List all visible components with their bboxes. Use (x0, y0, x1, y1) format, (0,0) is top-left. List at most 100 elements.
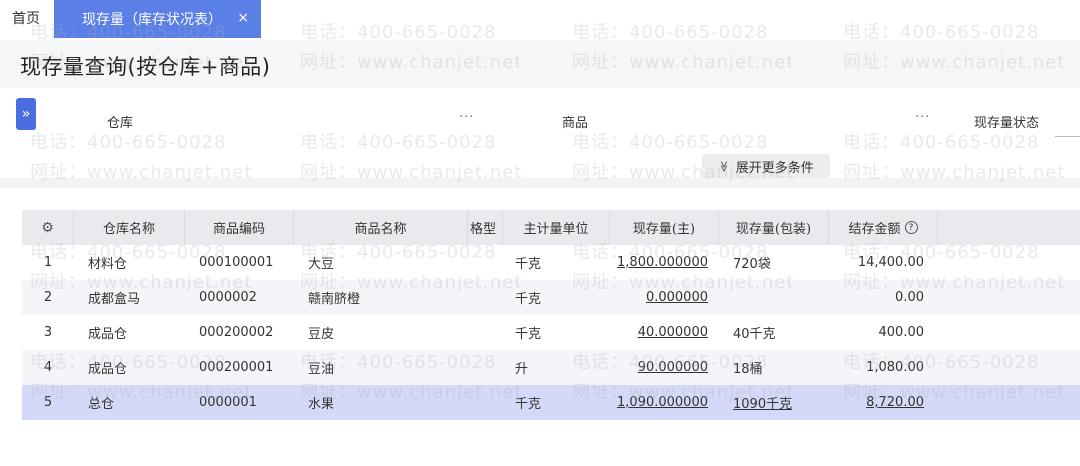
table-row[interactable]: 1 材料仓 000100001 大豆 千克 1,800.000000 720袋 14,400.… (22, 245, 1080, 280)
filter-status-field[interactable] (1055, 136, 1080, 137)
cell-code: 000200002 (199, 315, 294, 350)
cell-name: 豆油 (308, 350, 468, 385)
cell-amount: 0.00 (829, 280, 924, 315)
tab-inventory[interactable]: 现存量（库存状况表） × (54, 0, 261, 38)
help-icon[interactable]: ? (904, 221, 918, 234)
cell-warehouse: 材料仓 (88, 245, 185, 280)
cell-unit: 升 (515, 350, 610, 385)
cell-amount: 8,720.00 (829, 385, 924, 420)
gear-icon[interactable]: ⚙ (41, 220, 54, 236)
cell-qty-pack-text: 40千克 (733, 327, 776, 342)
header-name[interactable]: 商品名称 (294, 210, 468, 245)
tab-bar: 首页 现存量（库存状况表） × (0, 0, 1080, 38)
table-row[interactable]: 3 成品仓 000200002 豆皮 千克 40.000000 40千克 400.00 (22, 315, 1080, 350)
cell-qty-main[interactable]: 40.000000 (610, 315, 708, 350)
row-index-text: 5 (43, 395, 53, 410)
cell-amount-text: 8,720.00 (866, 395, 924, 410)
cell-code-text: 0000001 (199, 395, 257, 410)
cell-code: 0000002 (199, 280, 294, 315)
header-amount[interactable]: 结存金额 ? (829, 210, 938, 245)
filter-product-picker[interactable]: ··· (915, 110, 930, 125)
header-qty-pack[interactable]: 现存量(包装) (719, 210, 829, 245)
cell-amount: 14,400.00 (829, 245, 924, 280)
filter-status-label: 现存量状态 (974, 116, 1040, 131)
filter-product-label: 商品 (562, 116, 589, 131)
more-conditions-button[interactable]: ≫ 展开更多条件 (702, 154, 830, 178)
header-unit[interactable]: 主计量单位 (503, 210, 610, 245)
cell-warehouse: 成都盒马 (88, 280, 185, 315)
cell-amount-text: 0.00 (895, 290, 924, 305)
filter-warehouse-label: 仓库 (107, 116, 134, 131)
cell-qty-main-text[interactable]: 40.000000 (638, 325, 708, 340)
cell-code-text: 000200002 (199, 325, 274, 340)
cell-amount-text: 14,400.00 (857, 255, 924, 270)
row-index-text: 4 (43, 360, 53, 375)
row-index: 3 (22, 315, 74, 350)
cell-unit: 千克 (515, 280, 610, 315)
header-qty-main[interactable]: 现存量(主) (610, 210, 719, 245)
cell-warehouse-text: 成都盒马 (88, 292, 141, 307)
cell-warehouse-text: 总仓 (88, 397, 115, 412)
cell-unit-text: 千克 (515, 257, 542, 272)
row-index: 2 (22, 280, 74, 315)
cell-qty-main[interactable]: 0.000000 (610, 280, 708, 315)
row-index-text: 2 (43, 290, 53, 305)
cell-unit: 千克 (515, 385, 610, 420)
cell-name-text: 水果 (308, 397, 335, 412)
cell-qty-pack: 40千克 (733, 315, 829, 350)
cell-amount-text: 400.00 (878, 325, 925, 340)
cell-qty-main-text[interactable]: 1,090.000000 (617, 395, 708, 410)
cell-unit: 千克 (515, 245, 610, 280)
cell-name: 豆皮 (308, 315, 468, 350)
table-row[interactable]: 2 成都盒马 0000002 赣南脐橙 千克 0.000000 0.00 (22, 280, 1080, 315)
cell-unit: 千克 (515, 315, 610, 350)
row-index-text: 3 (43, 325, 53, 340)
cell-qty-pack-text: 720袋 (733, 257, 771, 272)
filter-panel (0, 88, 1080, 180)
filter-warehouse-picker[interactable]: ··· (459, 110, 474, 125)
cell-qty-pack: 720袋 (733, 245, 829, 280)
cell-qty-pack-text: 18桶 (733, 362, 763, 377)
tab-home[interactable]: 首页 (0, 0, 52, 36)
cell-warehouse-text: 成品仓 (88, 362, 128, 377)
expand-sidebar-icon[interactable]: » (16, 98, 36, 130)
cell-qty-main[interactable]: 90.000000 (610, 350, 708, 385)
cell-warehouse: 成品仓 (88, 350, 185, 385)
table-row[interactable]: 4 成品仓 000200001 豆油 升 90.000000 18桶 1,080.00 (22, 350, 1080, 385)
cell-code: 000100001 (199, 245, 294, 280)
row-index: 4 (22, 350, 74, 385)
header-warehouse[interactable]: 仓库名称 (74, 210, 185, 245)
page-title: 现存量查询(按仓库+商品) (20, 55, 271, 79)
cell-qty-main-text[interactable]: 90.000000 (638, 360, 708, 375)
column-settings[interactable]: ⚙ (22, 210, 74, 245)
cell-unit-text: 千克 (515, 397, 542, 412)
cell-qty-main-text[interactable]: 1,800.000000 (617, 255, 708, 270)
cell-qty-main-text[interactable]: 0.000000 (646, 290, 708, 305)
more-conditions-label: 展开更多条件 (735, 160, 814, 176)
row-index: 5 (22, 385, 74, 420)
cell-code: 0000001 (199, 385, 294, 420)
cell-qty-main[interactable]: 1,090.000000 (610, 385, 708, 420)
cell-code-text: 0000002 (199, 290, 257, 305)
cell-unit-text: 千克 (515, 327, 542, 342)
cell-warehouse: 成品仓 (88, 315, 185, 350)
header-code[interactable]: 商品编码 (185, 210, 294, 245)
section-divider (0, 178, 1080, 188)
cell-warehouse-text: 成品仓 (88, 327, 128, 342)
header-amount-label: 结存金额 (848, 222, 901, 237)
header-spec[interactable]: 格型 (468, 210, 503, 245)
cell-name: 赣南脐橙 (308, 280, 468, 315)
tab-inventory-label: 现存量（库存状况表） (82, 12, 222, 28)
row-index-text: 1 (43, 255, 53, 270)
cell-qty-pack-text: 1090千克 (733, 397, 793, 412)
cell-qty-main[interactable]: 1,800.000000 (610, 245, 708, 280)
cell-amount: 1,080.00 (829, 350, 924, 385)
cell-code: 000200001 (199, 350, 294, 385)
close-icon[interactable]: × (237, 10, 249, 26)
table-row[interactable]: 5 总仓 0000001 水果 千克 1,090.000000 1090千克 8,720.00 (22, 385, 1080, 420)
cell-name-text: 大豆 (308, 257, 335, 272)
cell-name: 大豆 (308, 245, 468, 280)
cell-name-text: 豆油 (308, 362, 335, 377)
cell-unit-text: 升 (515, 362, 529, 377)
cell-qty-pack: 1090千克 (733, 385, 829, 420)
